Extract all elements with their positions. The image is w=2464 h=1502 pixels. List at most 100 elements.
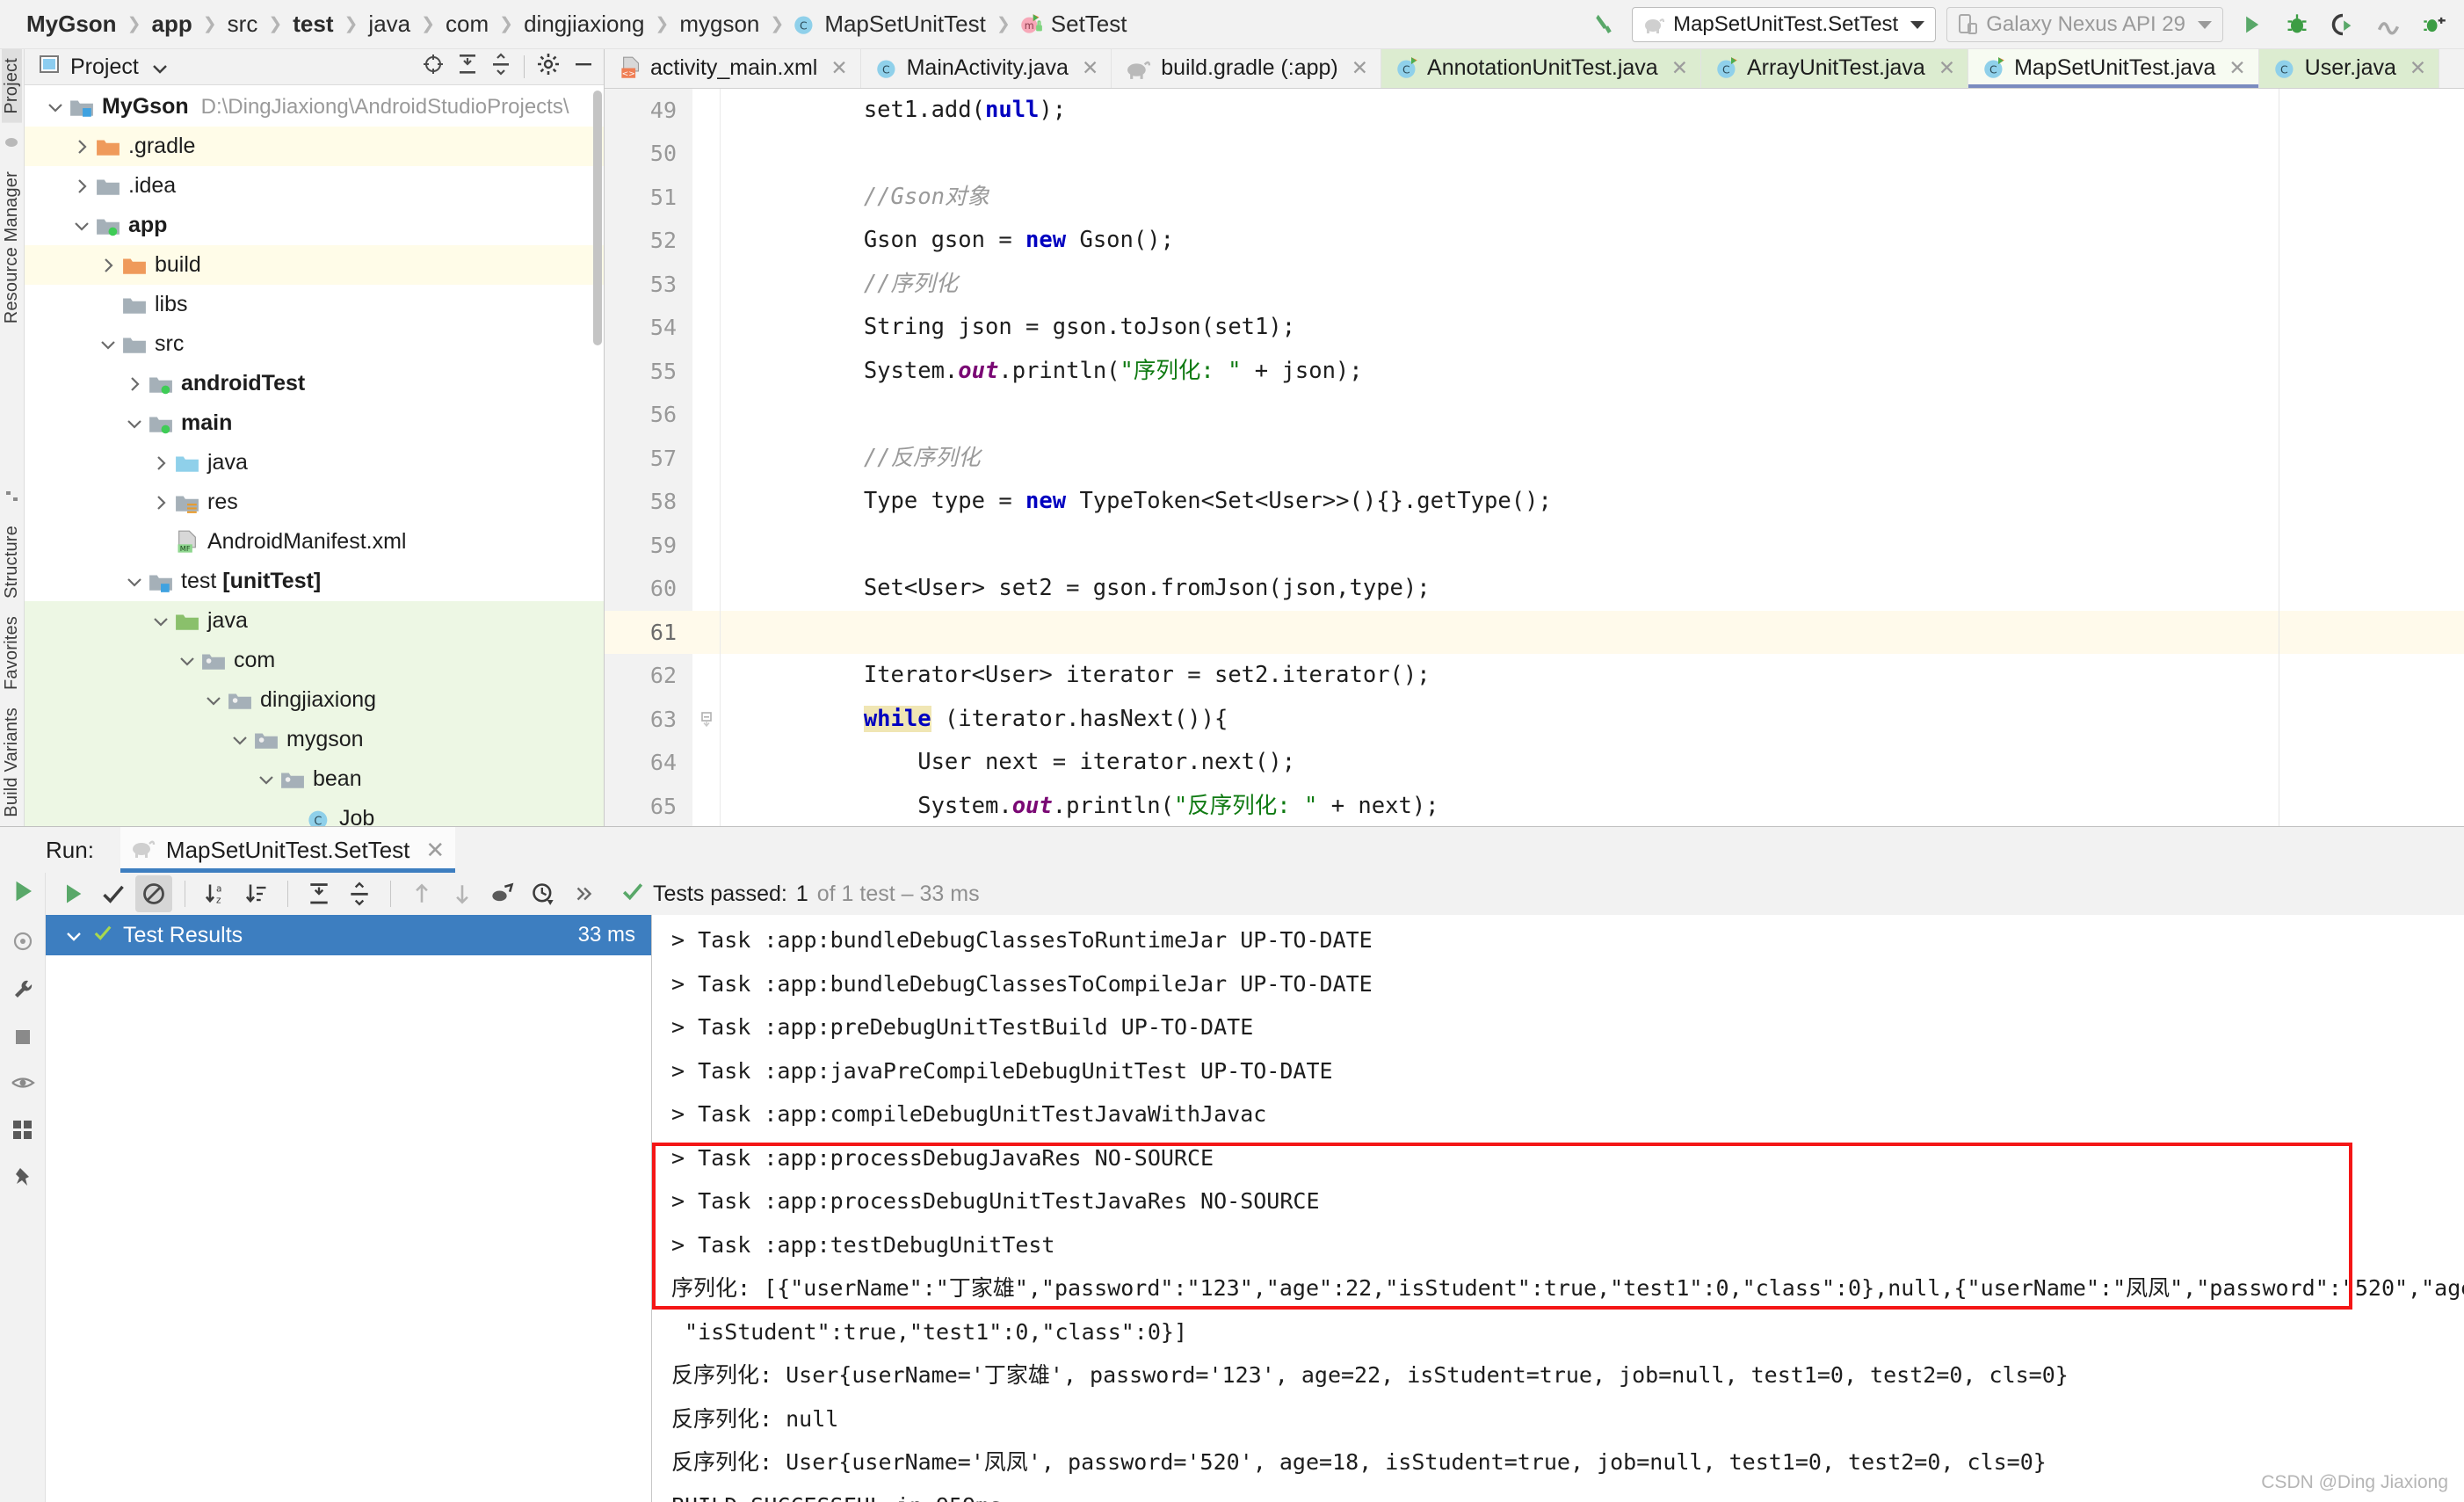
project-tree-row[interactable]: C Job (25, 799, 604, 826)
export-icon[interactable] (484, 875, 521, 912)
project-tree-row[interactable]: bean (25, 759, 604, 800)
test-results-root-row[interactable]: Test Results 33 ms (46, 915, 651, 956)
collapse-all-icon[interactable] (490, 52, 511, 82)
history-icon[interactable] (525, 875, 562, 912)
breadcrumb-item-test[interactable]: test (291, 11, 335, 38)
close-icon[interactable]: ✕ (1082, 56, 1098, 80)
project-tree-row[interactable]: MyGson D:\DingJiaxiong\AndroidStudioProje… (25, 87, 604, 127)
gear-icon[interactable] (537, 53, 560, 82)
editor-fold-strip[interactable] (692, 88, 721, 826)
project-tree-row[interactable]: src (25, 324, 604, 364)
gradle-strip-icon[interactable] (4, 130, 20, 156)
close-icon[interactable]: ✕ (1671, 56, 1688, 80)
project-tree-row[interactable]: .idea (25, 166, 604, 206)
run-configuration-selector[interactable]: MapSetUnitTest.SetTest (1632, 7, 1937, 42)
chevron-down-icon[interactable] (97, 339, 120, 350)
project-tree-row[interactable]: mygson (25, 720, 604, 760)
layout-icon[interactable] (11, 1118, 34, 1147)
chevron-down-icon[interactable] (202, 695, 225, 706)
device-selector[interactable]: Galaxy Nexus API 29 (1946, 7, 2223, 42)
project-tree[interactable]: MyGson D:\DingJiaxiong\AndroidStudioProje… (25, 85, 604, 826)
close-icon[interactable]: ✕ (1939, 56, 1955, 80)
breadcrumb-item-com[interactable]: com (444, 11, 490, 38)
breadcrumb-item-mygson[interactable]: mygson (678, 11, 761, 38)
chevron-down-icon[interactable] (123, 418, 146, 429)
breadcrumb-item-dingjiaxiong[interactable]: dingjiaxiong (522, 11, 646, 38)
chevron-down-icon[interactable] (44, 102, 67, 112)
run-coverage-icon[interactable] (2325, 7, 2360, 42)
sidebar-item-favorites[interactable]: Favorites (2, 607, 22, 699)
chevron-right-icon[interactable] (70, 178, 93, 194)
collapse-all-icon[interactable] (341, 875, 378, 912)
run-icon[interactable] (2234, 7, 2269, 42)
breadcrumb-item-settest[interactable]: m SetTest (1019, 11, 1129, 38)
editor-tab-mapsetunittest-java[interactable]: C MapSetUnitTest.java ✕ (1968, 49, 2259, 88)
settings-icon[interactable] (11, 930, 34, 959)
minimize-icon[interactable] (572, 53, 595, 82)
structure-strip-icon[interactable] (5, 484, 19, 510)
project-tree-row[interactable]: main (25, 403, 604, 443)
sort-alphabetically-icon[interactable]: az (198, 875, 235, 912)
project-tree-row[interactable]: test [unitTest] (25, 562, 604, 601)
debug-icon[interactable] (2279, 7, 2315, 42)
project-tree-row[interactable]: java (25, 601, 604, 642)
fold-marker[interactable] (692, 698, 720, 742)
expand-all-icon[interactable] (301, 875, 337, 912)
project-tree-row[interactable]: .gradle (25, 127, 604, 167)
wrench-icon[interactable] (11, 978, 34, 1007)
sort-duration-icon[interactable] (238, 875, 275, 912)
project-tree-row[interactable]: libs (25, 285, 604, 324)
chevron-down-icon[interactable] (228, 735, 251, 745)
chevron-right-icon[interactable] (70, 139, 93, 155)
sidebar-item-build-variants[interactable]: Build Variants (2, 699, 22, 826)
breadcrumb-item-app[interactable]: app (150, 11, 194, 38)
close-icon[interactable]: ✕ (2410, 56, 2426, 80)
chevron-down-icon[interactable] (65, 923, 83, 948)
run-icon[interactable] (10, 878, 36, 911)
editor-tab-activity-main-xml[interactable]: <> activity_main.xml ✕ (605, 49, 861, 88)
test-results-tree[interactable]: Test Results 33 ms (46, 915, 652, 1502)
sidebar-item-resource-manager[interactable]: Resource Manager (2, 163, 22, 332)
attach-debugger-icon[interactable] (2417, 7, 2452, 42)
project-tree-row[interactable]: dingjiaxiong (25, 680, 604, 721)
run-tab[interactable]: MapSetUnitTest.SetTest ✕ (120, 827, 456, 873)
breadcrumb-item-src[interactable]: src (226, 11, 260, 38)
hide-ignored-icon[interactable] (135, 875, 172, 913)
editor-code[interactable]: set1.add(null); //Gson对象 Gson gson = new… (721, 88, 2464, 826)
close-icon[interactable]: ✕ (1352, 56, 1368, 80)
eye-icon[interactable] (11, 1073, 35, 1099)
chevron-down-icon[interactable] (255, 774, 278, 785)
project-tree-row[interactable]: java (25, 443, 604, 483)
project-tree-row[interactable]: app (25, 206, 604, 245)
editor-tab-mainactivity-java[interactable]: C MainActivity.java ✕ (861, 49, 1112, 88)
project-tree-row[interactable]: res (25, 483, 604, 522)
project-tree-row[interactable]: MF AndroidManifest.xml (25, 522, 604, 562)
breadcrumb-item-mygson[interactable]: MyGson (25, 11, 119, 38)
editor-tab-build-gradle-app-[interactable]: build.gradle (:app) ✕ (1112, 49, 1382, 88)
breadcrumb-item-mapsetunittest[interactable]: C MapSetUnitTest (793, 11, 988, 38)
show-passed-icon[interactable] (95, 875, 132, 912)
editor-tab-arrayunittest-java[interactable]: C ArrayUnitTest.java ✕ (1700, 49, 1969, 88)
editor-tab-user-java[interactable]: C User.java ✕ (2258, 49, 2440, 88)
project-tree-scrollbar[interactable] (593, 91, 602, 346)
close-icon[interactable]: ✕ (425, 837, 445, 864)
close-icon[interactable]: ✕ (2228, 56, 2245, 80)
rerun-icon[interactable] (54, 875, 91, 912)
pin-icon[interactable] (11, 1166, 34, 1195)
sidebar-item-structure[interactable]: Structure (2, 517, 22, 607)
chevron-right-icon[interactable] (123, 376, 146, 392)
chevron-down-icon[interactable] (123, 577, 146, 587)
sidebar-item-project[interactable]: Project (2, 49, 22, 123)
project-tree-row[interactable]: com (25, 641, 604, 681)
more-icon[interactable] (565, 875, 602, 912)
close-icon[interactable]: ✕ (830, 56, 847, 80)
chevron-right-icon[interactable] (97, 258, 120, 273)
chevron-right-icon[interactable] (149, 495, 172, 511)
locate-icon[interactable] (422, 53, 445, 82)
editor-tab-annotationunittest-java[interactable]: C AnnotationUnitTest.java ✕ (1381, 49, 1701, 88)
project-tree-row[interactable]: androidTest (25, 364, 604, 403)
chevron-down-icon[interactable] (151, 54, 169, 80)
next-failed-icon[interactable] (444, 875, 481, 912)
expand-all-icon[interactable] (457, 53, 478, 82)
prev-failed-icon[interactable] (403, 875, 440, 912)
